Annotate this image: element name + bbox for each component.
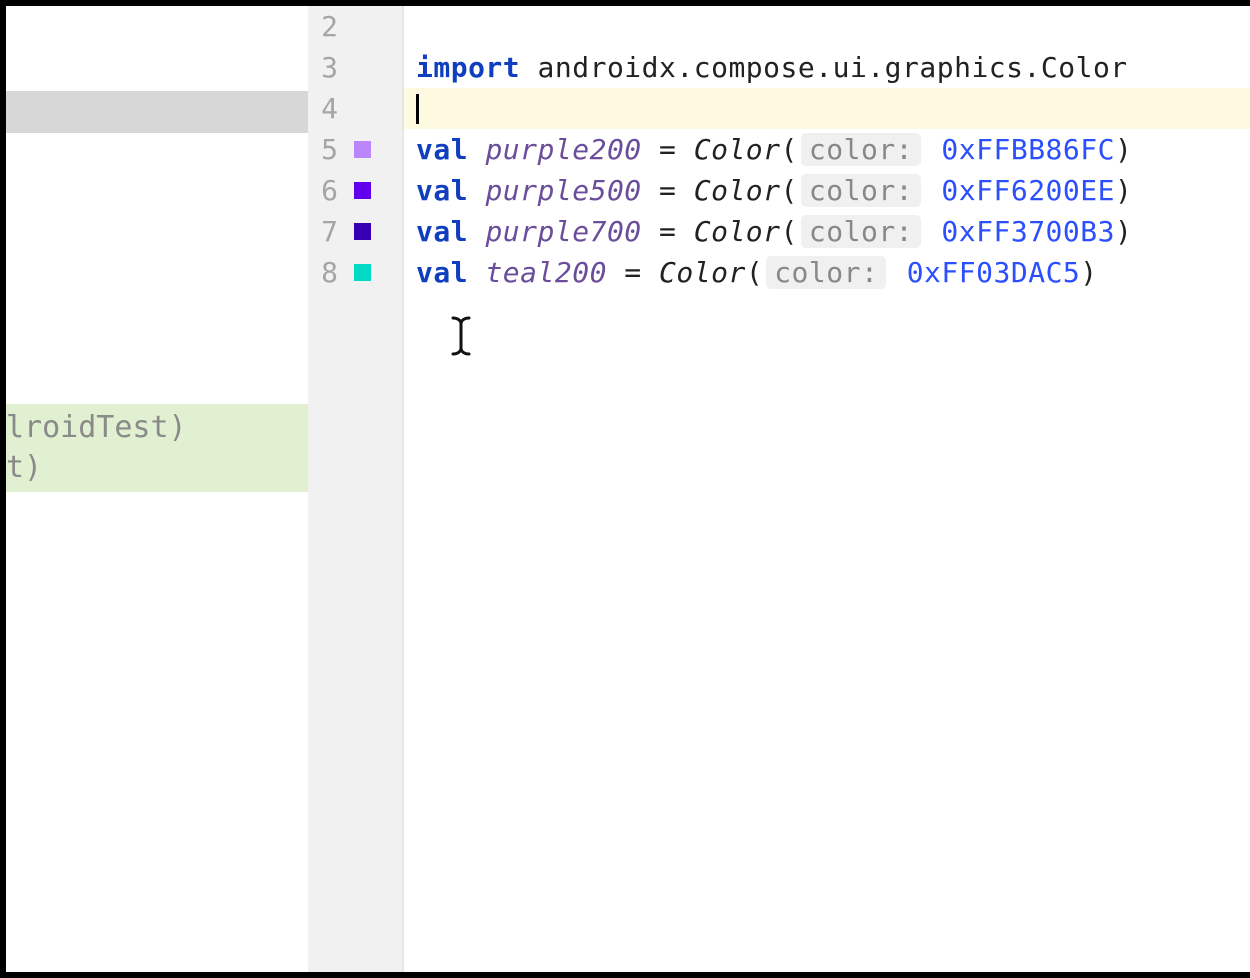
- paren-open: (: [781, 133, 798, 166]
- color-swatch-icon[interactable]: [354, 264, 371, 281]
- class-name: Color: [694, 133, 781, 166]
- var-name: purple500: [485, 174, 641, 207]
- gutter-row[interactable]: 3: [308, 47, 402, 88]
- inlay-hint: color:: [801, 133, 921, 166]
- line-number: 7: [308, 215, 338, 248]
- operator: =: [642, 215, 694, 248]
- sidebar-item[interactable]: t): [6, 448, 308, 488]
- sidebar-selection[interactable]: [6, 91, 308, 133]
- class-name: Color: [659, 256, 746, 289]
- line-number: 6: [308, 174, 338, 207]
- hex-literal: 0xFFBB86FC: [941, 133, 1115, 166]
- paren-close: ): [1115, 133, 1132, 166]
- import-path: androidx.compose.ui.graphics.Color: [520, 51, 1128, 84]
- code-line[interactable]: val purple700 = Color(color: 0xFF3700B3): [404, 211, 1250, 252]
- hex-literal: 0xFF03DAC5: [907, 256, 1081, 289]
- code-line[interactable]: import androidx.compose.ui.graphics.Colo…: [404, 47, 1250, 88]
- color-swatch-icon[interactable]: [354, 182, 371, 199]
- line-number: 4: [308, 92, 338, 125]
- gutter-row[interactable]: 4: [308, 88, 402, 129]
- code-editor[interactable]: import androidx.compose.ui.graphics.Colo…: [404, 6, 1250, 972]
- inlay-hint: color:: [766, 256, 886, 289]
- gutter-row[interactable]: 8: [308, 252, 402, 293]
- gutter-row[interactable]: 6: [308, 170, 402, 211]
- hex-literal: 0xFF6200EE: [941, 174, 1115, 207]
- class-name: Color: [694, 215, 781, 248]
- paren-open: (: [746, 256, 763, 289]
- class-name: Color: [694, 174, 781, 207]
- text-caret-icon: [416, 94, 419, 124]
- project-sidebar[interactable]: lroidTest) t): [6, 6, 308, 972]
- line-number: 8: [308, 256, 338, 289]
- keyword: val: [416, 174, 468, 207]
- keyword: val: [416, 215, 468, 248]
- color-swatch-icon[interactable]: [354, 141, 371, 158]
- paren-close: ): [1115, 174, 1132, 207]
- color-swatch-icon[interactable]: [354, 223, 371, 240]
- inlay-hint: color:: [801, 174, 921, 207]
- code-line-active[interactable]: [404, 88, 1250, 129]
- sidebar-item[interactable]: lroidTest): [6, 408, 308, 448]
- gutter-row[interactable]: 2: [308, 6, 402, 47]
- paren-open: (: [781, 215, 798, 248]
- editor-frame: lroidTest) t) 2 3 4 5 6 7 8: [0, 0, 1250, 978]
- inlay-hint: color:: [801, 215, 921, 248]
- mouse-ibeam-icon: [449, 316, 473, 366]
- paren-close: ): [1115, 215, 1132, 248]
- gutter-row[interactable]: 7: [308, 211, 402, 252]
- sidebar-source-sets: lroidTest) t): [6, 404, 308, 492]
- keyword: import: [416, 51, 520, 84]
- paren-close: ): [1080, 256, 1097, 289]
- operator: =: [642, 174, 694, 207]
- code-line[interactable]: val purple200 = Color(color: 0xFFBB86FC): [404, 129, 1250, 170]
- var-name: purple200: [485, 133, 641, 166]
- editor-gutter[interactable]: 2 3 4 5 6 7 8: [308, 6, 404, 972]
- line-number: 2: [308, 10, 338, 43]
- hex-literal: 0xFF3700B3: [941, 215, 1115, 248]
- keyword: val: [416, 256, 468, 289]
- line-number: 3: [308, 51, 338, 84]
- operator: =: [607, 256, 659, 289]
- code-line[interactable]: val teal200 = Color(color: 0xFF03DAC5): [404, 252, 1250, 293]
- code-line[interactable]: val purple500 = Color(color: 0xFF6200EE): [404, 170, 1250, 211]
- operator: =: [642, 133, 694, 166]
- line-number: 5: [308, 133, 338, 166]
- keyword: val: [416, 133, 468, 166]
- paren-open: (: [781, 174, 798, 207]
- code-line[interactable]: [404, 6, 1250, 47]
- var-name: teal200: [485, 256, 607, 289]
- gutter-row[interactable]: 5: [308, 129, 402, 170]
- var-name: purple700: [485, 215, 641, 248]
